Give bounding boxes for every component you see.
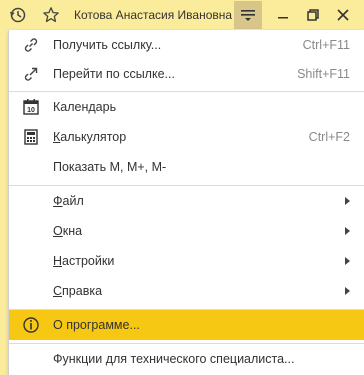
submenu-arrow-icon <box>345 227 350 235</box>
shortcut-label: Ctrl+F11 <box>302 38 350 52</box>
menu-item-file[interactable]: Файл <box>9 186 364 216</box>
menu-item-label: Перейти по ссылке... <box>53 67 175 81</box>
shortcut-label: Shift+F11 <box>297 67 350 81</box>
submenu-arrow-icon <box>345 197 350 205</box>
menu-item-label: Калькулятор <box>53 130 127 144</box>
menu-item-label: О программе... <box>53 318 140 332</box>
menu-item-settings[interactable]: Настройки <box>9 246 364 276</box>
title-bar: Котова Анастасия Ивановна <box>0 0 364 30</box>
menu-item-windows[interactable]: Окна <box>9 216 364 246</box>
menu-item-label: Настройки <box>53 254 115 268</box>
menu-item-label: Календарь <box>53 100 117 114</box>
svg-text:10: 10 <box>27 107 35 114</box>
close-icon[interactable] <box>336 8 350 22</box>
menu-item-calculator[interactable]: Калькулятор Ctrl+F2 <box>9 122 364 152</box>
menu-item-label: Показать M, M+, M- <box>53 160 167 174</box>
menu-item-follow-link[interactable]: Перейти по ссылке... Shift+F11 <box>9 59 364 89</box>
link-icon <box>22 36 40 54</box>
submenu-arrow-icon <box>345 287 350 295</box>
menu-item-about[interactable]: О программе... <box>9 310 364 340</box>
restore-icon[interactable] <box>306 8 320 22</box>
history-icon[interactable] <box>6 0 30 30</box>
main-dropdown-menu: Получить ссылку... Ctrl+F11 Перейти по с… <box>8 30 364 375</box>
menu-item-label: Функции для технического специалиста... <box>53 352 295 366</box>
info-icon <box>22 316 40 334</box>
calculator-icon <box>22 128 40 146</box>
main-menu-icon <box>241 10 255 21</box>
shortcut-label: Ctrl+F2 <box>308 130 350 144</box>
menu-item-show-memory[interactable]: Показать M, M+, M- <box>9 152 364 182</box>
star-icon[interactable] <box>40 0 62 30</box>
calendar-icon: 10 <box>22 98 40 116</box>
menu-item-label: Справка <box>53 284 103 298</box>
menu-item-tech-functions[interactable]: Функции для технического специалиста... <box>9 344 364 374</box>
minimize-icon[interactable] <box>276 8 290 22</box>
menu-item-label: Получить ссылку... <box>53 38 162 52</box>
user-name: Котова Анастасия Ивановна <box>74 8 233 22</box>
menu-item-calendar[interactable]: 10 Календарь <box>9 92 364 122</box>
left-panel-strip <box>0 30 8 375</box>
menu-item-label: Окна <box>53 224 83 238</box>
menu-item-get-link[interactable]: Получить ссылку... Ctrl+F11 <box>9 30 364 60</box>
link-arrow-icon <box>22 65 40 83</box>
main-menu-button[interactable] <box>234 1 262 29</box>
menu-item-label: Файл <box>53 194 84 208</box>
menu-item-help[interactable]: Справка <box>9 276 364 306</box>
submenu-arrow-icon <box>345 257 350 265</box>
